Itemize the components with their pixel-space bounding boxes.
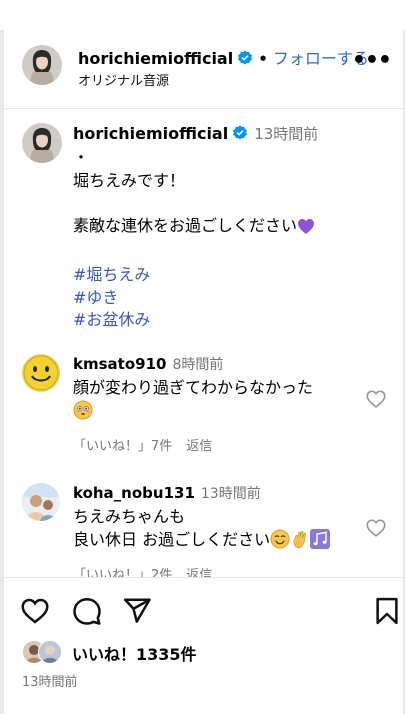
caption-text: ・ 堀ちえみです！ 素敵な連休をお過ごしください: [73, 148, 298, 235]
share-icon[interactable]: [122, 596, 152, 626]
purple-heart-icon: [297, 218, 315, 242]
caption-username[interactable]: horichiemiofficial 13時間前: [73, 123, 318, 145]
hashtag-link[interactable]: #堀ちえみ: [73, 264, 383, 287]
comment-text-line: ちえみちゃんも: [73, 507, 186, 526]
commenter-avatar[interactable]: [22, 483, 60, 521]
commenter-username[interactable]: kmsato910 8時間前: [73, 354, 223, 374]
bookmark-icon[interactable]: [372, 596, 402, 626]
reply-button[interactable]: 返信: [186, 439, 212, 454]
post-header: horichiemiofficial • フォローする オリジナル音源 •••: [4, 30, 403, 109]
caption-timestamp[interactable]: 13時間前: [254, 125, 318, 143]
audio-subtitle[interactable]: オリジナル音源: [78, 70, 169, 89]
separator-dot: •: [258, 50, 268, 68]
verified-badge-icon: [237, 50, 253, 70]
like-comment-heart-icon[interactable]: [365, 388, 389, 412]
author-username[interactable]: horichiemiofficial • フォローする: [78, 45, 369, 70]
post-actions-bar: いいね！1335件 13時間前: [4, 577, 403, 714]
top-margin: [0, 0, 405, 30]
waving-hand-icon: [290, 529, 310, 555]
comment-likes-link[interactable]: 「いいね！」7件: [73, 439, 172, 454]
commenter-username[interactable]: koha_nobu131 13時間前: [73, 483, 261, 503]
commenter-username-text[interactable]: koha_nobu131: [73, 484, 195, 502]
comment-timestamp[interactable]: 13時間前: [201, 486, 261, 502]
like-heart-icon[interactable]: [20, 596, 50, 626]
comment-text-line: 良い休日 お過ごしください: [73, 530, 271, 549]
comment-text-content: 顔が変わり過ぎてわからなかった: [73, 378, 314, 397]
comment-text: ちえみちゃんも良い休日 お過ごしください: [73, 505, 358, 555]
more-options-icon[interactable]: •••: [352, 50, 392, 72]
liker-avatar[interactable]: [38, 640, 62, 664]
caption-body: ・ 堀ちえみです！ 素敵な連休をお過ごしください #堀ちえみ #ゆき #お盆休み: [73, 147, 383, 332]
caption-username-text[interactable]: horichiemiofficial: [73, 124, 228, 143]
post-timestamp[interactable]: 13時間前: [22, 671, 78, 690]
likes-count[interactable]: いいね！1335件: [72, 641, 197, 665]
smiling-face-icon: [270, 529, 290, 555]
comment-meta: 「いいね！」7件 返信: [73, 435, 226, 454]
instagram-post-panel: horichiemiofficial • フォローする オリジナル音源 ••• h…: [3, 30, 404, 714]
hashtag-link[interactable]: #ゆき: [73, 287, 383, 310]
author-avatar[interactable]: [22, 45, 62, 85]
author-username-text[interactable]: horichiemiofficial: [78, 49, 233, 68]
comment-text: 顔が変わり過ぎてわからなかった: [73, 376, 358, 426]
hashtag-link[interactable]: #お盆休み: [73, 309, 383, 332]
caption-author-avatar[interactable]: [22, 123, 62, 163]
commenter-username-text[interactable]: kmsato910: [73, 355, 166, 373]
comment-icon[interactable]: [72, 596, 102, 626]
commenter-avatar[interactable]: [22, 354, 60, 392]
verified-badge-icon: [232, 125, 248, 145]
flushed-face-icon: [73, 400, 93, 426]
comment-timestamp[interactable]: 8時間前: [172, 357, 223, 373]
like-comment-heart-icon[interactable]: [365, 517, 389, 541]
music-notes-icon: [310, 529, 331, 555]
